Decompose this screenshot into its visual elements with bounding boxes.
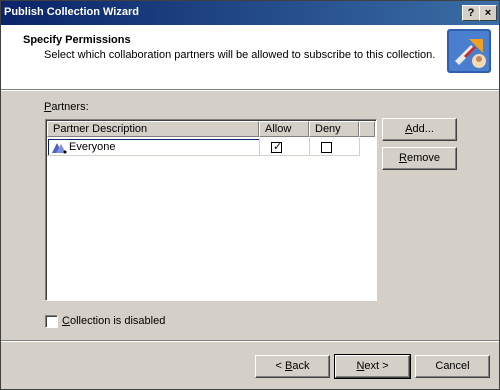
remove-button[interactable]: Remove	[382, 147, 457, 170]
partners-label: Partners:	[44, 101, 89, 113]
page-title: Specify Permissions	[23, 34, 131, 46]
collection-disabled-label[interactable]: Collection is disabled	[62, 315, 165, 327]
grid-line	[309, 138, 310, 156]
window-title: Publish Collection Wizard	[4, 6, 139, 18]
users-icon	[52, 143, 67, 154]
checkmark-icon: ✓	[273, 141, 283, 153]
next-button[interactable]: Next >	[334, 354, 411, 379]
partners-list[interactable]: Partner Description Allow Deny Everyone …	[45, 119, 377, 301]
title-bar: Publish Collection Wizard ? ×	[1, 1, 499, 25]
collection-disabled-checkbox[interactable]	[45, 315, 58, 328]
header-divider	[1, 90, 499, 91]
partner-description-cell[interactable]: Everyone	[48, 139, 260, 156]
allow-checkbox[interactable]: ✓	[271, 141, 283, 153]
help-button[interactable]: ?	[462, 5, 480, 21]
column-header-filler	[359, 121, 375, 137]
cancel-button[interactable]: Cancel	[415, 355, 490, 378]
back-button[interactable]: < Back	[255, 355, 330, 378]
add-button[interactable]: Add...	[382, 118, 457, 141]
wizard-window: Publish Collection Wizard ? × Specify Pe…	[0, 0, 500, 390]
grid-line	[47, 155, 359, 156]
grid-line	[359, 138, 360, 156]
column-header-deny[interactable]: Deny	[309, 121, 359, 137]
deny-checkbox[interactable]	[321, 142, 332, 153]
list-item[interactable]: Everyone ✓	[47, 138, 375, 156]
publish-wizard-icon	[447, 29, 491, 73]
partner-name: Everyone	[69, 141, 116, 153]
grid-line	[259, 138, 260, 156]
page-subtitle: Select which collaboration partners will…	[44, 49, 436, 61]
close-button[interactable]: ×	[479, 5, 497, 21]
footer-divider-highlight	[1, 341, 499, 342]
column-header-allow[interactable]: Allow	[259, 121, 309, 137]
wizard-header: Specify Permissions Select which collabo…	[1, 25, 499, 90]
column-header-description[interactable]: Partner Description	[47, 121, 259, 137]
